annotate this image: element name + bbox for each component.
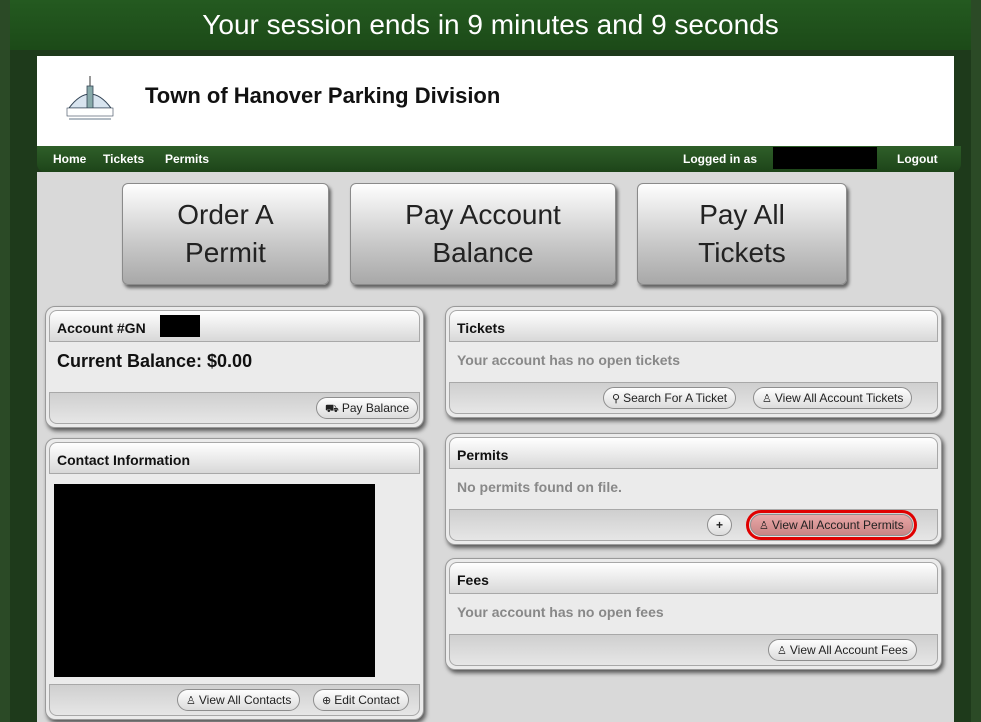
contact-panel-title: Contact Information [57, 452, 190, 468]
tickets-panel-title: Tickets [457, 320, 505, 336]
permits-panel-footer: + ♙ View All Account Permits [449, 509, 938, 541]
person-icon: ♙ [759, 520, 769, 532]
site-title: Town of Hanover Parking Division [145, 83, 501, 108]
edit-icon: ⊕ [322, 695, 332, 707]
main-content: Order A Permit Pay Account Balance Pay A… [37, 172, 954, 722]
view-all-contacts-label: View All Contacts [198, 693, 292, 707]
view-all-fees-button[interactable]: ♙ View All Account Fees [768, 639, 917, 661]
person-icon: ♙ [777, 645, 787, 657]
pay-all-tickets-button[interactable]: Pay All Tickets [637, 183, 847, 285]
redacted-contact-details [54, 484, 375, 677]
nav-permits[interactable]: Permits [165, 152, 209, 166]
contact-panel: Contact Information ♙ View All Contacts ⊕… [45, 438, 424, 720]
permits-panel-header: Permits [449, 437, 938, 469]
edit-contact-button[interactable]: ⊕ Edit Contact [313, 689, 409, 711]
current-balance: Current Balance: $0.00 [57, 351, 253, 371]
pay-balance-label: Pay Balance [341, 401, 410, 415]
person-icon: ♙ [186, 695, 196, 707]
view-all-permits-button[interactable]: ♙ View All Account Permits [746, 510, 917, 540]
account-panel-footer: ⛟ Pay Balance [49, 392, 420, 424]
view-all-fees-label: View All Account Fees [789, 643, 908, 657]
search-icon: ⚲ [612, 393, 621, 405]
fees-panel-footer: ♙ View All Account Fees [449, 634, 938, 666]
account-number-label: Account #GN [57, 320, 146, 336]
tickets-panel-header: Tickets [449, 310, 938, 342]
cart-icon: ⛟ [325, 403, 339, 415]
session-timer-banner: Your session ends in 9 minutes and 9 sec… [10, 0, 971, 50]
view-all-tickets-label: View All Account Tickets [774, 391, 904, 405]
logged-in-label: Logged in as [683, 152, 758, 166]
tickets-message: Your account has no open tickets [457, 352, 681, 368]
tickets-panel-footer: ⚲ Search For A Ticket ♙ View All Account T… [449, 382, 938, 414]
fees-panel: Fees Your account has no open fees ♙ View… [445, 558, 942, 670]
order-permit-button[interactable]: Order A Permit [122, 183, 329, 285]
town-logo [66, 76, 114, 120]
search-ticket-button[interactable]: ⚲ Search For A Ticket [603, 387, 737, 409]
site-header: Town of Hanover Parking Division [37, 56, 954, 146]
fees-panel-title: Fees [457, 572, 489, 588]
permits-panel: Permits No permits found on file. + ♙ Vie… [445, 433, 942, 545]
view-all-contacts-button[interactable]: ♙ View All Contacts [177, 689, 301, 711]
permits-panel-title: Permits [457, 447, 509, 463]
add-permit-button[interactable]: + [707, 514, 733, 536]
nav-tickets[interactable]: Tickets [103, 152, 144, 166]
pay-balance-button[interactable]: ⛟ Pay Balance [316, 397, 419, 419]
logout-link[interactable]: Logout [897, 152, 938, 166]
redacted-account-number [160, 315, 200, 337]
person-icon: ♙ [762, 393, 772, 405]
nav-home[interactable]: Home [53, 152, 86, 166]
account-panel-header: Account #GN [49, 310, 420, 342]
contact-panel-footer: ♙ View All Contacts ⊕ Edit Contact [49, 684, 420, 716]
edit-contact-label: Edit Contact [334, 693, 400, 707]
fees-panel-header: Fees [449, 562, 938, 594]
view-all-tickets-button[interactable]: ♙ View All Account Tickets [753, 387, 913, 409]
view-all-permits-label: View All Account Permits [771, 518, 904, 532]
contact-panel-header: Contact Information [49, 442, 420, 474]
pay-account-balance-button[interactable]: Pay Account Balance [350, 183, 616, 285]
redacted-username [773, 147, 877, 169]
nav-bar: Home Tickets Permits Logged in as Logout [37, 146, 961, 172]
account-panel: Account #GN Current Balance: $0.00 ⛟ Pay … [45, 306, 424, 428]
permits-message: No permits found on file. [457, 479, 622, 495]
search-ticket-label: Search For A Ticket [623, 391, 728, 405]
fees-message: Your account has no open fees [457, 604, 664, 620]
tickets-panel: Tickets Your account has no open tickets… [445, 306, 942, 418]
